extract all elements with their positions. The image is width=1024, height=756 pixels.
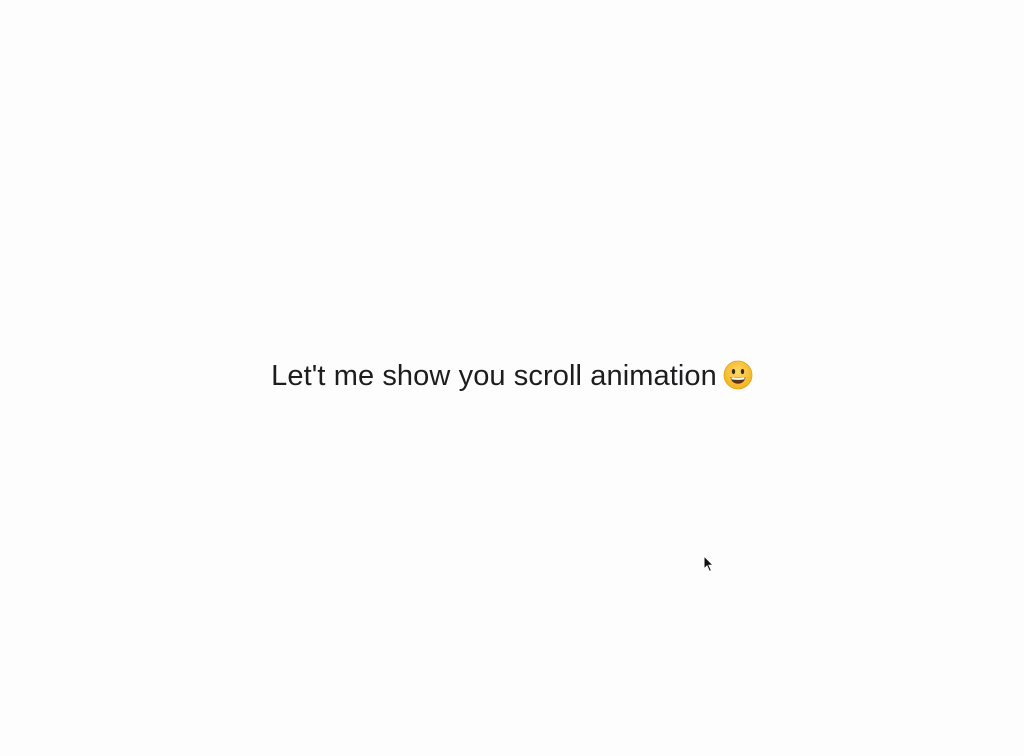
grinning-face-icon xyxy=(723,360,753,390)
mouse-pointer-icon xyxy=(703,554,715,573)
headline-text: Let't me show you scroll animation xyxy=(271,360,717,392)
headline: Let't me show you scroll animation xyxy=(0,356,1024,396)
page-viewport: Let't me show you scroll animation xyxy=(0,0,1024,756)
